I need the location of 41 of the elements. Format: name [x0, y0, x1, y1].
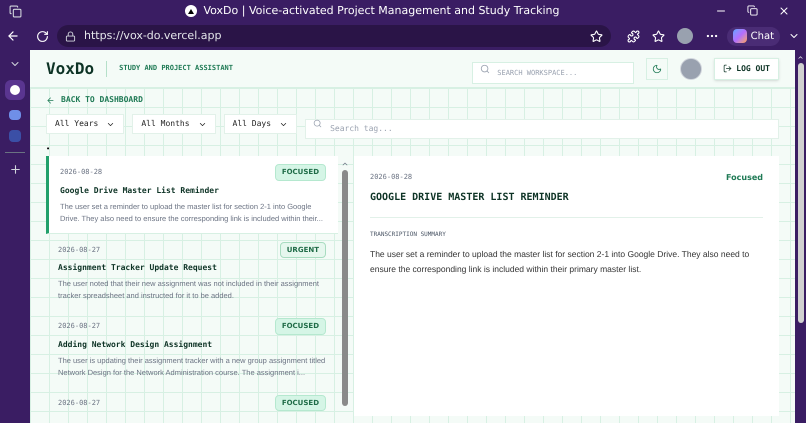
arrow-left-icon	[46, 96, 55, 104]
entry-title: Adding Network Design Assignment	[58, 338, 214, 350]
profile-avatar[interactable]	[676, 28, 693, 44]
tag-search-field[interactable]: Search tag...	[305, 118, 779, 138]
copilot-icon	[732, 29, 747, 43]
filter-dropdown[interactable]: All Days	[224, 114, 298, 134]
scrollbar-thumb[interactable]	[342, 170, 348, 406]
scroll-up-icon[interactable]	[341, 160, 349, 168]
site-logo-icon	[185, 5, 198, 17]
entry-title: Assignment Tracker Update Request	[58, 262, 218, 274]
detail-summary: The user set a reminder to upload the master list for section 2-1 into Google Drive. They also need to ensure the corresponding link is included within their primary master list.	[370, 248, 750, 276]
page-scroll-up-icon[interactable]	[797, 54, 804, 61]
theme-toggle-button[interactable]	[646, 58, 668, 80]
entry-card[interactable]	[46, 156, 338, 234]
detail-title: GOOGLE DRIVE MASTER LIST REMINDER	[370, 190, 763, 218]
reload-icon[interactable]	[36, 30, 49, 42]
favorite-star-icon[interactable]	[590, 30, 603, 42]
lock-icon	[65, 30, 76, 42]
filter-dropdown[interactable]: All Months	[132, 114, 216, 134]
back-to-dashboard-link[interactable]: BACK TO DASHBOARD	[46, 94, 779, 106]
moon-icon	[652, 64, 662, 74]
detail-status: Focused	[726, 172, 763, 184]
filter-dropdown[interactable]: All Years	[46, 114, 124, 134]
entry-title: Google Drive Master List Reminder	[60, 184, 220, 196]
app-logo: VoxDo	[46, 58, 94, 80]
chat-button[interactable]: Chat	[726, 26, 780, 46]
close-icon[interactable]	[778, 5, 790, 17]
add-icon[interactable]	[8, 163, 22, 176]
search-icon	[313, 119, 322, 128]
page-scrollbar-thumb[interactable]	[798, 63, 804, 323]
sidebar-app-icon[interactable]	[5, 80, 25, 100]
window-title: VoxDo | Voice-activated Project Management and Study Tracking	[203, 2, 560, 19]
logout-icon	[723, 64, 732, 73]
back-icon[interactable]	[6, 29, 20, 43]
restore-icon[interactable]	[747, 5, 758, 16]
logout-button[interactable]: LOG OUT	[714, 58, 779, 80]
tabs-icon[interactable]	[8, 4, 22, 18]
address-bar[interactable]: https://vox-do.vercel.app	[57, 25, 611, 47]
search-icon	[480, 64, 490, 74]
extensions-icon[interactable]	[626, 30, 640, 42]
favorites-icon[interactable]	[652, 30, 665, 42]
